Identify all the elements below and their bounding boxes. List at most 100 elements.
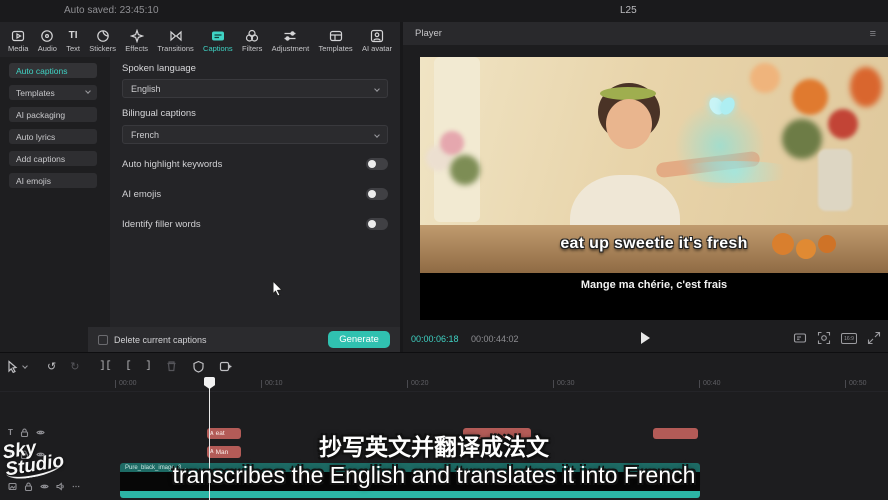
pointer-icon[interactable] [6, 358, 27, 374]
adjustment-icon [283, 29, 297, 43]
vase [818, 149, 852, 211]
tutorial-subtitle-chinese: 抄写英文并翻译成法文 [0, 428, 868, 462]
video-caption-english: eat up sweetie it's fresh [420, 235, 888, 253]
preview-focus-icon[interactable] [817, 331, 831, 345]
split-icon[interactable]: ][ [99, 358, 111, 374]
tab-label: Audio [38, 44, 57, 53]
chevron-down-icon [374, 132, 380, 138]
audio-icon [40, 29, 54, 43]
tab-transitions[interactable]: Transitions [155, 24, 195, 57]
templates-icon [329, 29, 343, 43]
stickers-icon [96, 29, 110, 43]
timeline-ruler[interactable]: 00:00 00:10 00:20 00:30 00:40 00:50 [0, 378, 888, 392]
redo-icon[interactable]: ↻ [70, 358, 79, 374]
mouse-cursor-icon [271, 280, 285, 298]
tab-filters[interactable]: Filters [240, 24, 264, 57]
tab-adjustment[interactable]: Adjustment [270, 24, 312, 57]
tutorial-subtitle-english: transcribes the English and translates i… [0, 462, 868, 489]
tab-audio[interactable]: Audio [36, 24, 59, 57]
tab-label: Adjustment [272, 44, 310, 53]
filler-words-toggle[interactable] [366, 218, 388, 230]
leaves-2 [782, 119, 822, 159]
trim-left-icon[interactable]: [ [125, 358, 131, 374]
leaves [450, 155, 480, 185]
sidebar-item-ai-packaging[interactable]: AI packaging [9, 107, 97, 122]
tab-effects[interactable]: Effects [123, 24, 150, 57]
delete-captions-checkbox[interactable]: Delete current captions [98, 335, 207, 345]
tab-captions[interactable]: Captions [201, 24, 235, 57]
video-canvas[interactable]: eat up sweetie it's fresh Mange ma chéri… [420, 57, 888, 320]
tab-label: Effects [125, 44, 148, 53]
ai-emojis-toggle[interactable] [366, 188, 388, 200]
tab-media[interactable]: Media [6, 24, 30, 57]
sidebar-item-add-captions[interactable]: Add captions [9, 151, 97, 166]
tab-templates[interactable]: Templates [317, 24, 355, 57]
tab-label: Stickers [89, 44, 116, 53]
tab-label: Captions [203, 44, 233, 53]
auto-captions-panel: Spoken language English Bilingual captio… [110, 57, 400, 327]
flower-pink [440, 131, 464, 155]
auto-highlight-toggle[interactable] [366, 158, 388, 170]
spoken-language-label: Spoken language [122, 63, 196, 74]
flower-orange-2 [850, 67, 882, 107]
transitions-icon [169, 29, 183, 43]
generate-button[interactable]: Generate [328, 331, 390, 348]
ai-avatar-icon [370, 29, 384, 43]
video-frame: eat up sweetie it's fresh [420, 57, 888, 273]
fullscreen-icon[interactable] [867, 331, 881, 345]
delete-icon[interactable] [165, 358, 178, 374]
bilingual-captions-label: Bilingual captions [122, 108, 196, 119]
tab-label: Media [8, 44, 28, 53]
video-clip-audio-strip [120, 491, 700, 498]
total-timecode: 00:00:44:02 [471, 334, 519, 344]
project-name: L25 [620, 5, 637, 16]
sidebar-item-auto-captions[interactable]: Auto captions [9, 63, 97, 78]
tab-label: Templates [319, 44, 353, 53]
checkbox-icon [98, 335, 108, 345]
player-title: Player [415, 28, 442, 39]
video-caption-french: Mange ma chérie, c'est frais [420, 279, 888, 291]
filler-words-row: Identify filler words [122, 218, 388, 230]
player-header: Player ≡ [403, 22, 888, 45]
woman-face [606, 99, 652, 149]
media-toolbar: Media Audio TI Text Stickers Effects Tra… [2, 24, 398, 57]
magic-streak [670, 161, 800, 183]
sidebar-item-templates[interactable]: Templates [9, 85, 97, 100]
auto-highlight-row: Auto highlight keywords [122, 158, 388, 170]
mask-icon[interactable] [192, 358, 205, 374]
player-controls: 00:00:06:18 00:00:44:02 16:9 [403, 325, 888, 352]
tab-label: Text [66, 44, 80, 53]
spoken-language-select[interactable]: English [122, 79, 388, 98]
ai-emojis-row: AI emojis [122, 188, 388, 200]
chevron-down-icon [22, 363, 28, 369]
capcut-window: Auto saved: 23:45:10 L25 Media Audio TI … [0, 0, 888, 500]
tab-label: Filters [242, 44, 262, 53]
chevron-down-icon [374, 86, 380, 92]
full-quality-icon[interactable] [793, 331, 807, 345]
tab-label: AI avatar [362, 44, 392, 53]
tab-label: Transitions [157, 44, 193, 53]
autosave-status: Auto saved: 23:45:10 [64, 5, 159, 16]
play-button[interactable] [641, 332, 650, 344]
current-timecode: 00:00:06:18 [411, 334, 459, 344]
undo-icon[interactable]: ↺ [47, 358, 56, 374]
flower-orange [792, 79, 828, 115]
aspect-ratio-icon[interactable]: 16:9 [841, 333, 857, 344]
text-icon: TI [69, 29, 78, 43]
trim-right-icon[interactable]: ] [145, 358, 151, 374]
sidebar-item-ai-emojis[interactable]: AI emojis [9, 173, 97, 188]
captions-sidebar: Auto captions Templates AI packaging Aut… [0, 57, 110, 352]
flower-peach [750, 63, 780, 93]
tab-ai-avatar[interactable]: AI avatar [360, 24, 394, 57]
flower-red [828, 109, 858, 139]
tab-stickers[interactable]: Stickers [87, 24, 118, 57]
captions-footer: Delete current captions Generate [88, 327, 400, 352]
marker-icon[interactable] [219, 358, 232, 374]
sidebar-item-auto-lyrics[interactable]: Auto lyrics [9, 129, 97, 144]
player-menu-icon[interactable]: ≡ [870, 28, 876, 40]
timeline-toolbar: ↺ ↻ ][ [ ] [6, 356, 886, 376]
tab-text[interactable]: TI Text [64, 24, 82, 57]
media-icon [11, 29, 25, 43]
effects-icon [130, 29, 144, 43]
bilingual-captions-select[interactable]: French [122, 125, 388, 144]
